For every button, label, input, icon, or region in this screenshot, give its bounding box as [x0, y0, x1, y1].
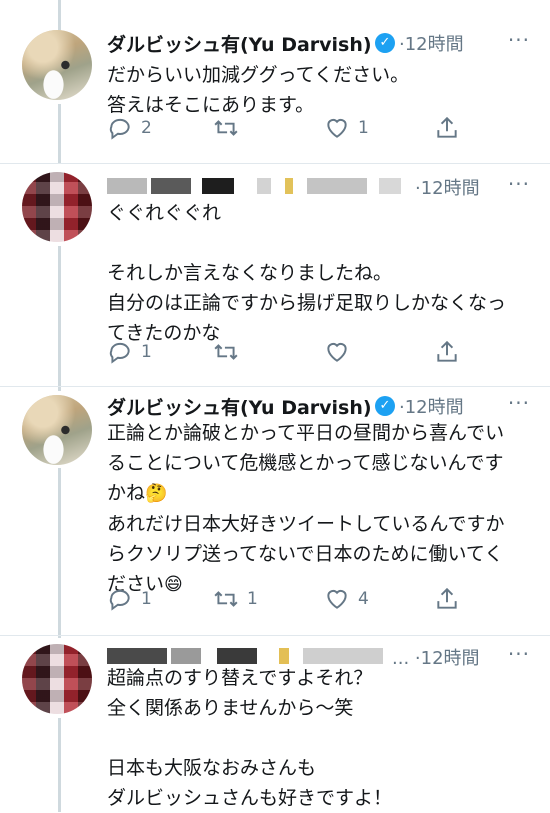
more-icon[interactable]: ···	[508, 391, 530, 415]
thinking-emoji: 🤔	[145, 483, 168, 504]
tweet-text: ぐぐれぐぐれ それしか言えなくなりましたね。 自分のは正論ですから揚げ足取りしか…	[107, 202, 507, 344]
action-bar: 1	[107, 339, 467, 365]
tweet-text: だからいい加減ググってください。 答えはそこにあります。	[107, 64, 410, 116]
avatar[interactable]	[22, 395, 92, 465]
tweet-2[interactable]: ·12時間 ··· ぐぐれぐぐれ それしか言えなくなりましたね。 自分のは正論で…	[0, 164, 550, 384]
like-button[interactable]: 4	[324, 586, 369, 612]
share-button[interactable]	[434, 339, 460, 365]
heart-icon	[327, 118, 347, 138]
tweet-time[interactable]: ·12時間	[399, 393, 464, 419]
share-button[interactable]	[434, 586, 460, 612]
heart-icon	[327, 342, 347, 362]
retweet-icon	[214, 591, 238, 607]
verified-badge-icon: ✓	[375, 396, 395, 416]
like-button[interactable]: 1	[324, 115, 369, 141]
tweet-time[interactable]: ·12時間	[415, 174, 480, 200]
tweet-time[interactable]: ·12時間	[399, 30, 464, 56]
retweet-icon	[214, 344, 238, 360]
more-icon[interactable]: ···	[508, 172, 530, 196]
like-button[interactable]	[324, 339, 350, 365]
retweet-button[interactable]	[213, 339, 239, 365]
share-icon	[437, 340, 457, 362]
avatar[interactable]	[22, 172, 92, 242]
action-bar: 2 1	[107, 115, 467, 141]
retweet-button[interactable]	[213, 115, 239, 141]
tweet-header: ダルビッシュ有(Yu Darvish) ✓ ·12時間 ···	[107, 26, 530, 60]
tweet-3[interactable]: ダルビッシュ有(Yu Darvish) ✓ ·12時間 ··· 正論とか論破とか…	[0, 387, 550, 632]
tweet-text: 正論とか論破とかって平日の昼間から喜んでい ることについて危機感とかって感じない…	[107, 422, 505, 595]
retweet-icon	[214, 120, 238, 136]
tweet-1[interactable]: ダルビッシュ有(Yu Darvish) ✓ ·12時間 ··· だからいい加減グ…	[0, 0, 550, 160]
reply-button[interactable]: 1	[107, 339, 152, 365]
heart-icon	[327, 589, 347, 609]
reply-button[interactable]: 1	[107, 586, 152, 612]
avatar[interactable]	[22, 30, 92, 100]
author-name[interactable]: ダルビッシュ有(Yu Darvish)	[107, 30, 372, 57]
tweet-text: 超論点のすり替えですよそれ？ 全く関係ありませんから〜笑 日本も大阪なおみさんも…	[107, 667, 393, 809]
action-bar: 1 1 4	[107, 586, 467, 612]
verified-badge-icon: ✓	[375, 33, 395, 53]
reply-icon	[109, 589, 130, 611]
share-icon	[437, 116, 457, 138]
retweet-button[interactable]: 1	[213, 586, 258, 612]
share-icon	[437, 587, 457, 609]
share-button[interactable]	[434, 115, 460, 141]
avatar[interactable]	[22, 644, 92, 714]
more-icon[interactable]: ···	[508, 28, 530, 52]
author-name[interactable]: ダルビッシュ有(Yu Darvish)	[107, 393, 372, 420]
reply-icon	[109, 118, 130, 140]
tweet-4[interactable]: ... ·12時間 ··· 超論点のすり替えですよそれ？ 全く関係ありませんから…	[0, 636, 550, 812]
reply-button[interactable]: 2	[107, 115, 152, 141]
reply-icon	[109, 342, 130, 364]
